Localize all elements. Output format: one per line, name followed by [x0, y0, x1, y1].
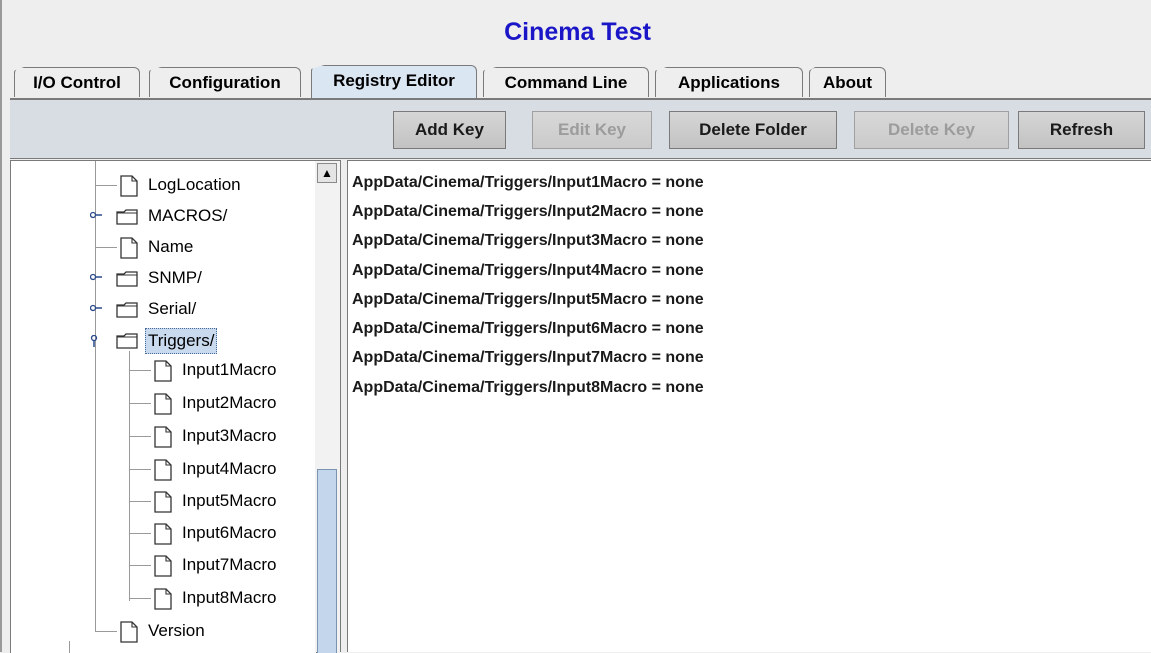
folder-icon — [116, 333, 138, 349]
tree-item-input7macro[interactable]: Input7Macro — [11, 550, 316, 580]
tree-item-loglocation[interactable]: LogLocation — [11, 170, 316, 200]
refresh-button[interactable]: Refresh — [1018, 111, 1145, 149]
tab-command-line[interactable]: Command Line — [483, 67, 649, 97]
tree-item-label: Input3Macro — [182, 426, 277, 445]
delete-folder-button[interactable]: Delete Folder — [669, 111, 837, 149]
tree-item-label: Version — [148, 621, 205, 640]
tab-configuration[interactable]: Configuration — [149, 67, 301, 97]
folder-icon — [116, 209, 138, 225]
registry-value-line: AppData/Cinema/Triggers/Input1Macro = no… — [352, 174, 704, 191]
edit-key-button[interactable]: Edit Key — [532, 111, 652, 149]
window-title: Cinema Test — [504, 18, 651, 46]
tree-item-label: Serial/ — [148, 299, 197, 318]
collapse-handle-icon[interactable] — [90, 335, 98, 347]
tree-item-name[interactable]: Name — [11, 232, 316, 262]
file-icon — [154, 555, 172, 577]
file-icon — [154, 459, 172, 481]
app-window: Cinema Test I/O Control Configuration Re… — [0, 0, 1151, 653]
tree-item-label: Input8Macro — [182, 588, 277, 607]
tree-item-label: Input4Macro — [182, 459, 277, 478]
registry-values-panel: AppData/Cinema/Triggers/Input1Macro = no… — [347, 160, 1151, 652]
tree-item-input3macro[interactable]: Input3Macro — [11, 421, 316, 451]
file-icon — [154, 588, 172, 610]
tree-item-snmp[interactable]: SNMP/ — [11, 263, 316, 293]
registry-value-line: AppData/Cinema/Triggers/Input2Macro = no… — [352, 203, 704, 220]
tree-item-version[interactable]: Version — [11, 616, 316, 646]
delete-key-button[interactable]: Delete Key — [854, 111, 1009, 149]
file-icon — [120, 237, 138, 259]
file-icon — [154, 491, 172, 513]
tree-item-macros[interactable]: MACROS/ — [11, 201, 316, 231]
registry-value-line: AppData/Cinema/Triggers/Input3Macro = no… — [352, 232, 704, 249]
scroll-thumb[interactable] — [317, 469, 337, 653]
tab-applications[interactable]: Applications — [655, 67, 803, 97]
tree-scrollbar[interactable]: ▲ — [315, 160, 341, 653]
scroll-up-arrow-icon[interactable]: ▲ — [317, 163, 337, 183]
toolbar: Add Key Edit Key Delete Folder Delete Ke… — [10, 100, 1151, 159]
file-icon — [154, 523, 172, 545]
tree-item-label: Input1Macro — [182, 360, 277, 379]
file-icon — [120, 175, 138, 197]
tree-item-triggers[interactable]: Triggers/ — [11, 325, 316, 355]
tree-item-label: Input7Macro — [182, 555, 277, 574]
tab-about[interactable]: About — [809, 67, 886, 97]
registry-value-line: AppData/Cinema/Triggers/Input5Macro = no… — [352, 291, 704, 308]
file-icon — [154, 360, 172, 382]
tab-io-control[interactable]: I/O Control — [14, 67, 140, 97]
expand-handle-icon[interactable] — [90, 211, 102, 219]
file-icon — [120, 621, 138, 643]
tree-item-label: MACROS/ — [148, 206, 228, 225]
tree-item-input4macro[interactable]: Input4Macro — [11, 454, 316, 484]
tree-item-input6macro[interactable]: Input6Macro — [11, 518, 316, 548]
folder-icon — [116, 271, 138, 287]
registry-value-line: AppData/Cinema/Triggers/Input4Macro = no… — [352, 262, 704, 279]
folder-icon — [116, 302, 138, 318]
tree-item-label: LogLocation — [148, 175, 241, 194]
tree-item-label: Input5Macro — [182, 491, 277, 510]
add-key-button[interactable]: Add Key — [393, 111, 506, 149]
tree-item-label: Input6Macro — [182, 523, 277, 542]
registry-value-line: AppData/Cinema/Triggers/Input6Macro = no… — [352, 320, 704, 337]
expand-handle-icon[interactable] — [90, 304, 102, 312]
tab-registry-editor[interactable]: Registry Editor — [311, 65, 477, 98]
registry-value-line: AppData/Cinema/Triggers/Input8Macro = no… — [352, 379, 704, 396]
expand-handle-icon[interactable] — [90, 273, 102, 281]
tree-item-input5macro[interactable]: Input5Macro — [11, 486, 316, 516]
tree-item-input1macro[interactable]: Input1Macro — [11, 355, 316, 385]
tree-item-label: Triggers/ — [145, 328, 218, 354]
tree-item-label: Name — [148, 237, 194, 256]
tree-item-input2macro[interactable]: Input2Macro — [11, 388, 316, 418]
tree-item-serial[interactable]: Serial/ — [11, 294, 316, 324]
tree-item-input8macro[interactable]: Input8Macro — [11, 583, 316, 613]
file-icon — [154, 393, 172, 415]
registry-value-line: AppData/Cinema/Triggers/Input7Macro = no… — [352, 349, 704, 366]
registry-tree[interactable]: LogLocation MACROS/ Name SNMP/ Serial/ T… — [10, 160, 317, 653]
tree-item-label: Input2Macro — [182, 393, 277, 412]
tree-item-label: SNMP/ — [148, 268, 202, 287]
file-icon — [154, 426, 172, 448]
